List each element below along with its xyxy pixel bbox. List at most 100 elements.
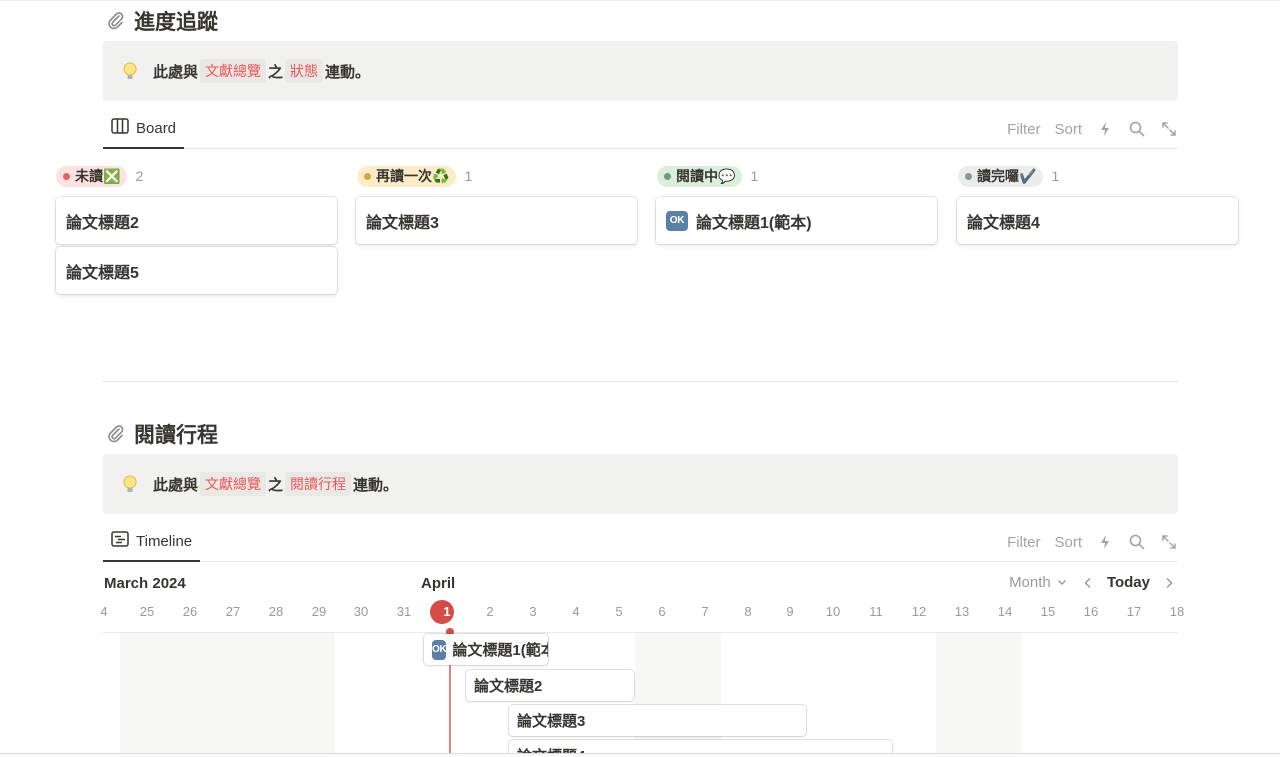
search-icon[interactable] [1128, 533, 1146, 551]
tab-timeline[interactable]: Timeline [103, 522, 201, 562]
timeline-bar[interactable]: 論文標題2 [466, 670, 634, 701]
timeline-bar-title: 論文標題1(範本) [452, 642, 548, 659]
callout-middle: 之 [268, 63, 284, 81]
timeline-day: 14 [997, 604, 1013, 619]
timeline-day: 4 [572, 604, 580, 619]
timeline-day: 6 [658, 604, 666, 619]
timeline-day: 30 [353, 604, 369, 619]
status-badge-reading: 閱讀中💬 [657, 165, 743, 187]
timeline-day: 7 [701, 604, 709, 619]
timeline-day: 5 [615, 604, 623, 619]
timeline-day: 15 [1040, 604, 1056, 619]
section-divider [103, 381, 1178, 382]
callout-suffix: 連動。 [353, 476, 399, 494]
timeline-day: 4 [100, 604, 108, 619]
timeline-view-bar: Timeline Filter Sort [103, 522, 1178, 562]
bottom-border [0, 753, 1280, 757]
status-label: 讀完囉✔️ [977, 168, 1037, 184]
expand-icon[interactable] [1160, 533, 1178, 551]
timeline-day: 12 [911, 604, 927, 619]
timeline-area [103, 632, 1178, 757]
chevron-right-icon[interactable] [1162, 576, 1176, 590]
timeline-toolbar: Filter Sort [1007, 522, 1178, 562]
card-title: 論文標題1(範本) [696, 214, 812, 232]
today-button[interactable]: Today [1107, 574, 1150, 591]
timeline-bar[interactable]: 論文標題3 [509, 705, 806, 736]
timeline-day: 13 [954, 604, 970, 619]
card-title: 論文標題3 [366, 214, 439, 232]
sort-button[interactable]: Sort [1054, 121, 1082, 138]
board-column-done-header[interactable]: 讀完囉✔️ 1 [958, 165, 1059, 187]
column-count: 1 [750, 168, 759, 184]
column-count: 1 [1051, 168, 1060, 184]
timeline-day: 2 [486, 604, 494, 619]
board-card[interactable]: 論文標題5 [56, 247, 337, 294]
board-column-reread-header[interactable]: 再讀一次♻️ 1 [357, 165, 472, 187]
board-column-reading-header[interactable]: 閱讀中💬 1 [657, 165, 758, 187]
paperclip-icon [104, 9, 128, 33]
ok-icon: OK [432, 639, 447, 660]
board-card[interactable]: 論文標題2 [56, 197, 337, 244]
tab-board[interactable]: Board [103, 109, 185, 149]
timeline-scale-select[interactable]: Month [1009, 574, 1069, 591]
status-badge-reread: 再讀一次♻️ [357, 165, 457, 187]
timeline-day: 26 [182, 604, 198, 619]
lightning-icon[interactable] [1096, 120, 1114, 138]
card-title: 論文標題4 [967, 214, 1040, 232]
callout-code-database: 文獻總覽 [200, 59, 267, 83]
timeline-icon [111, 531, 129, 551]
board-card[interactable]: 論文標題4 [957, 197, 1238, 244]
timeline-controls: Month Today [1009, 574, 1176, 591]
board-toolbar: Filter Sort [1007, 109, 1178, 149]
board-card[interactable]: OK 論文標題1(範本) [656, 197, 937, 244]
status-badge-unread: 未讀❎ [56, 165, 128, 187]
callout-code-database: 文獻總覽 [200, 472, 267, 496]
callout-prefix: 此處與 [153, 476, 199, 494]
chevron-left-icon[interactable] [1081, 576, 1095, 590]
status-label: 未讀❎ [75, 168, 121, 184]
tab-timeline-label: Timeline [136, 532, 193, 550]
schedule-title-text: 閱讀行程 [134, 424, 218, 447]
card-title: 論文標題2 [66, 214, 139, 232]
status-dot [965, 172, 972, 180]
timeline-month-april: April [421, 575, 456, 592]
ok-icon: OK [666, 210, 688, 231]
timeline-day: 18 [1169, 604, 1185, 619]
timeline-bar[interactable]: OK 論文標題1(範本) [424, 634, 548, 665]
lightning-icon[interactable] [1096, 533, 1114, 551]
callout-code-property: 閱讀行程 [285, 472, 352, 496]
status-label: 再讀一次♻️ [376, 168, 450, 184]
timeline-scale-label: Month [1009, 574, 1051, 591]
filter-button[interactable]: Filter [1007, 534, 1040, 551]
status-badge-done: 讀完囉✔️ [958, 165, 1044, 187]
status-dot [63, 172, 70, 180]
status-dot [664, 172, 671, 180]
callout-suffix: 連動。 [325, 63, 371, 81]
callout-middle: 之 [268, 476, 284, 494]
timeline-day: 31 [396, 604, 412, 619]
tab-board-label: Board [136, 119, 177, 137]
expand-icon[interactable] [1160, 120, 1178, 138]
timeline-day: 10 [825, 604, 841, 619]
board-icon [111, 118, 129, 138]
timeline-day: 3 [529, 604, 537, 619]
callout-prefix: 此處與 [153, 63, 199, 81]
timeline-bar-title: 論文標題3 [517, 713, 586, 730]
top-border [0, 0, 1280, 1]
timeline-day: 27 [225, 604, 241, 619]
search-icon[interactable] [1128, 120, 1146, 138]
progress-section-title: 進度追蹤 [104, 6, 218, 36]
progress-callout: 此處與 文獻總覽 之 狀態 連動。 [103, 41, 1178, 101]
board-card[interactable]: 論文標題3 [356, 197, 637, 244]
timeline-day: 11 [869, 604, 883, 619]
schedule-section-title: 閱讀行程 [104, 419, 218, 449]
filter-button[interactable]: Filter [1007, 121, 1040, 138]
lightbulb-icon [119, 473, 141, 495]
board-column-unread-header[interactable]: 未讀❎ 2 [56, 165, 143, 187]
timeline-day: 29 [311, 604, 327, 619]
timeline-day: 8 [744, 604, 752, 619]
status-dot [364, 172, 371, 180]
chevron-down-icon [1055, 575, 1069, 589]
paperclip-icon [104, 422, 128, 446]
sort-button[interactable]: Sort [1054, 534, 1082, 551]
